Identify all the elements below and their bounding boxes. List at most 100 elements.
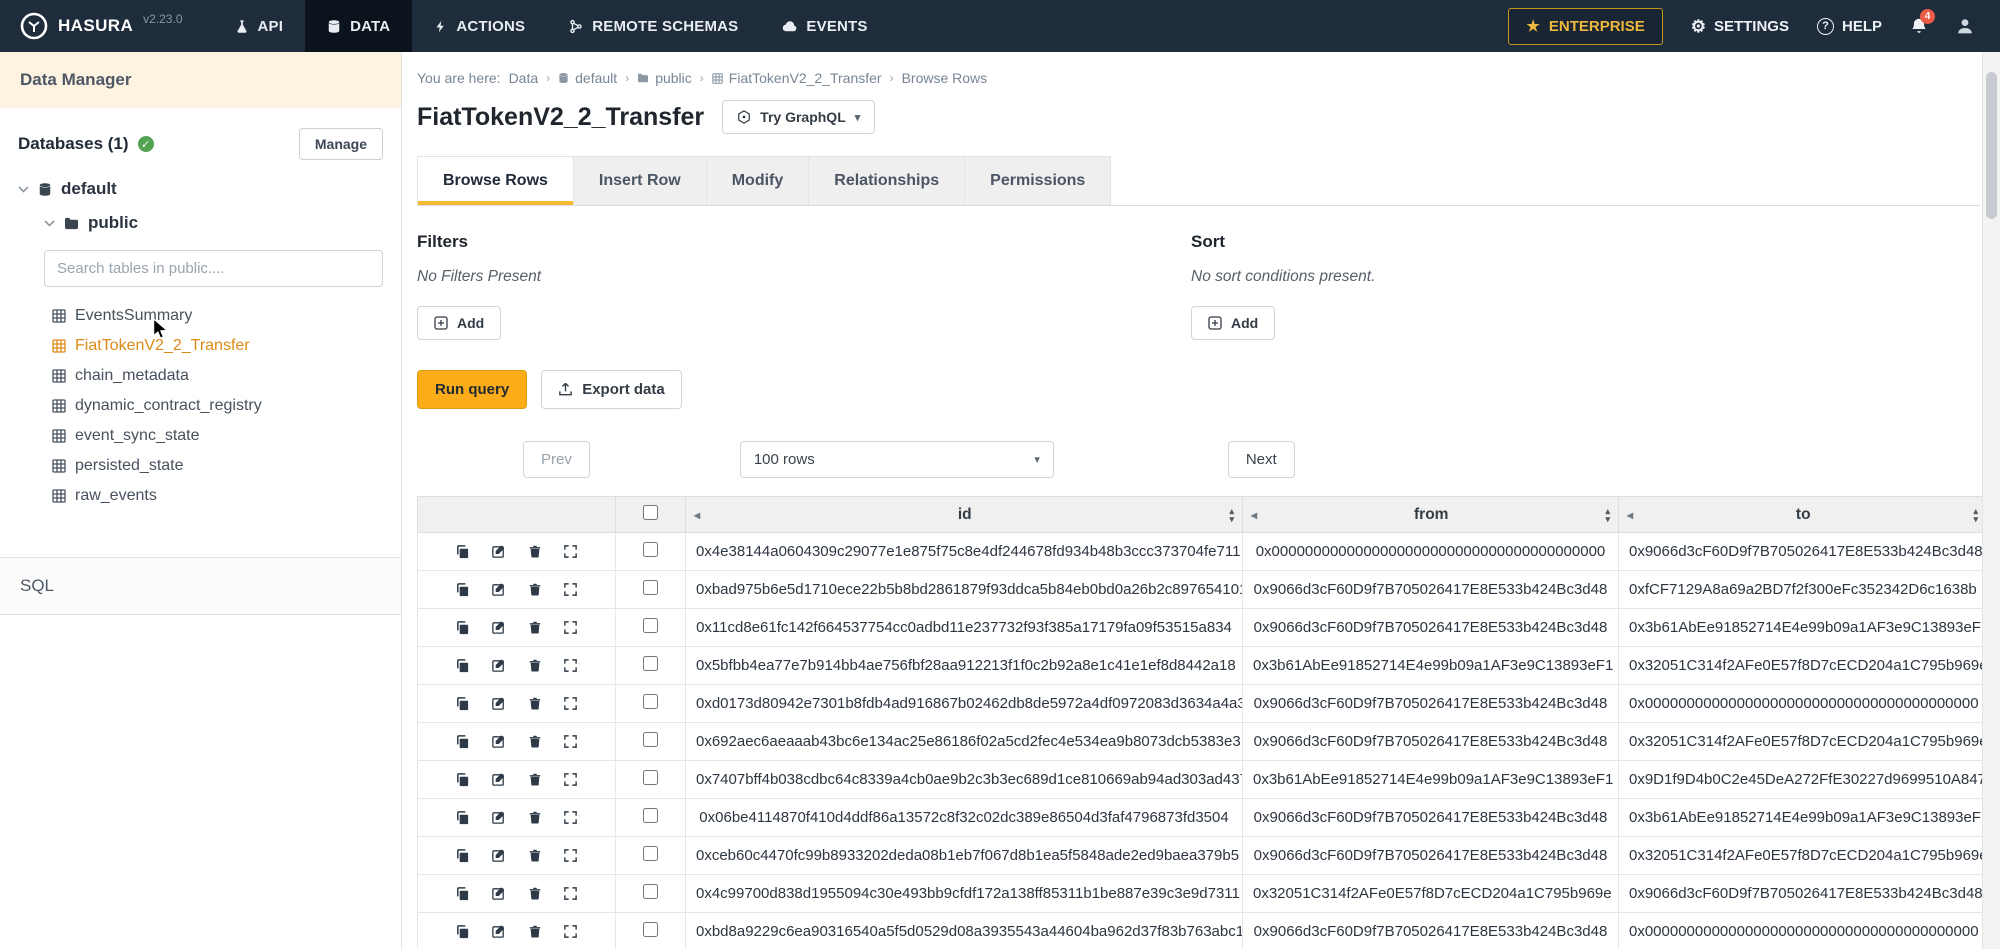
delete-row-button[interactable] <box>522 693 548 715</box>
add-sort-button[interactable]: Add <box>1191 306 1275 340</box>
column-header-from[interactable]: ◂ from ▴▾ <box>1243 497 1619 533</box>
edit-row-button[interactable] <box>486 693 512 715</box>
enterprise-button[interactable]: ★ ENTERPRISE <box>1508 8 1662 45</box>
next-page-button[interactable]: Next <box>1228 441 1295 478</box>
expand-row-button[interactable] <box>558 693 584 715</box>
expand-row-button[interactable] <box>558 731 584 753</box>
delete-row-button[interactable] <box>522 845 548 867</box>
delete-row-button[interactable] <box>522 731 548 753</box>
nav-item-remote-schemas[interactable]: REMOTE SCHEMAS <box>547 0 760 52</box>
column-header-to[interactable]: ◂ to ▴▾ <box>1619 497 1987 533</box>
edit-row-button[interactable] <box>486 579 512 601</box>
expand-row-button[interactable] <box>558 579 584 601</box>
expand-row-button[interactable] <box>558 541 584 563</box>
sort-arrows-icon[interactable]: ▴▾ <box>1605 507 1610 523</box>
search-tables-input[interactable] <box>44 250 383 287</box>
vertical-scrollbar[interactable] <box>1982 52 2000 949</box>
chevron-down-icon[interactable] <box>18 186 29 193</box>
expand-row-button[interactable] <box>558 921 584 943</box>
table-list-item[interactable]: dynamic_contract_registry <box>52 391 401 421</box>
settings-link[interactable]: ⚙ SETTINGS <box>1691 18 1789 35</box>
user-menu-button[interactable] <box>1956 17 1974 35</box>
row-checkbox[interactable] <box>643 580 658 595</box>
chevron-down-icon[interactable] <box>44 220 55 227</box>
edit-row-button[interactable] <box>486 769 512 791</box>
table-list-item[interactable]: EventsSummary <box>52 301 401 331</box>
nav-item-events[interactable]: EVENTS <box>760 0 889 52</box>
sort-arrows-icon[interactable]: ▴▾ <box>1229 507 1234 523</box>
page-size-select[interactable]: 100 rows ▾ <box>740 441 1054 478</box>
nav-item-data[interactable]: DATA <box>305 0 412 52</box>
collapse-column-icon[interactable]: ◂ <box>694 508 700 522</box>
expand-row-button[interactable] <box>558 845 584 867</box>
row-checkbox[interactable] <box>643 694 658 709</box>
edit-row-button[interactable] <box>486 845 512 867</box>
clone-row-button[interactable] <box>450 655 476 677</box>
edit-row-button[interactable] <box>486 731 512 753</box>
tree-node-default-db[interactable]: default <box>18 172 401 206</box>
clone-row-button[interactable] <box>450 731 476 753</box>
expand-row-button[interactable] <box>558 883 584 905</box>
edit-row-button[interactable] <box>486 655 512 677</box>
export-data-button[interactable]: Export data <box>541 370 682 409</box>
clone-row-button[interactable] <box>450 807 476 829</box>
breadcrumb-public[interactable]: public <box>637 70 692 86</box>
row-checkbox[interactable] <box>643 922 658 937</box>
edit-row-button[interactable] <box>486 541 512 563</box>
delete-row-button[interactable] <box>522 655 548 677</box>
clone-row-button[interactable] <box>450 617 476 639</box>
row-checkbox[interactable] <box>643 732 658 747</box>
delete-row-button[interactable] <box>522 769 548 791</box>
breadcrumb-data[interactable]: Data <box>509 70 539 86</box>
clone-row-button[interactable] <box>450 921 476 943</box>
scrollbar-thumb[interactable] <box>1986 72 1997 219</box>
clone-row-button[interactable] <box>450 693 476 715</box>
edit-row-button[interactable] <box>486 921 512 943</box>
edit-row-button[interactable] <box>486 617 512 639</box>
collapse-column-icon[interactable]: ◂ <box>1627 508 1633 522</box>
add-filter-button[interactable]: Add <box>417 306 501 340</box>
help-link[interactable]: ? HELP <box>1817 18 1882 35</box>
nav-item-api[interactable]: API <box>213 0 306 52</box>
breadcrumb-browse-rows[interactable]: Browse Rows <box>902 70 988 86</box>
delete-row-button[interactable] <box>522 921 548 943</box>
delete-row-button[interactable] <box>522 807 548 829</box>
breadcrumb-table[interactable]: FiatTokenV2_2_Transfer <box>712 70 882 86</box>
edit-row-button[interactable] <box>486 807 512 829</box>
nav-item-actions[interactable]: ACTIONS <box>412 0 547 52</box>
tab-modify[interactable]: Modify <box>707 156 810 205</box>
delete-row-button[interactable] <box>522 579 548 601</box>
notifications-button[interactable]: 4 <box>1910 17 1928 35</box>
manage-button[interactable]: Manage <box>299 128 383 160</box>
delete-row-button[interactable] <box>522 541 548 563</box>
sql-section[interactable]: SQL <box>0 557 401 615</box>
table-list-item[interactable]: persisted_state <box>52 451 401 481</box>
row-checkbox[interactable] <box>643 846 658 861</box>
clone-row-button[interactable] <box>450 883 476 905</box>
row-checkbox[interactable] <box>643 618 658 633</box>
expand-row-button[interactable] <box>558 769 584 791</box>
try-graphql-button[interactable]: Try GraphQL ▾ <box>722 100 875 134</box>
run-query-button[interactable]: Run query <box>417 370 527 409</box>
tab-relationships[interactable]: Relationships <box>809 156 965 205</box>
column-header-id[interactable]: ◂ id ▴▾ <box>686 497 1243 533</box>
clone-row-button[interactable] <box>450 845 476 867</box>
delete-row-button[interactable] <box>522 617 548 639</box>
clone-row-button[interactable] <box>450 579 476 601</box>
row-checkbox[interactable] <box>643 808 658 823</box>
row-checkbox[interactable] <box>643 770 658 785</box>
expand-row-button[interactable] <box>558 655 584 677</box>
collapse-column-icon[interactable]: ◂ <box>1251 508 1257 522</box>
select-all-checkbox[interactable] <box>643 505 658 520</box>
clone-row-button[interactable] <box>450 541 476 563</box>
hasura-brand[interactable]: HASURA v2.23.0 <box>0 0 203 52</box>
delete-row-button[interactable] <box>522 883 548 905</box>
table-list-item[interactable]: event_sync_state <box>52 421 401 451</box>
expand-row-button[interactable] <box>558 807 584 829</box>
expand-row-button[interactable] <box>558 617 584 639</box>
breadcrumb-default[interactable]: default <box>558 70 617 86</box>
tree-node-public-schema[interactable]: public <box>18 206 401 240</box>
tab-browse-rows[interactable]: Browse Rows <box>417 156 574 205</box>
tab-permissions[interactable]: Permissions <box>965 156 1111 205</box>
table-list-item[interactable]: raw_events <box>52 481 401 511</box>
